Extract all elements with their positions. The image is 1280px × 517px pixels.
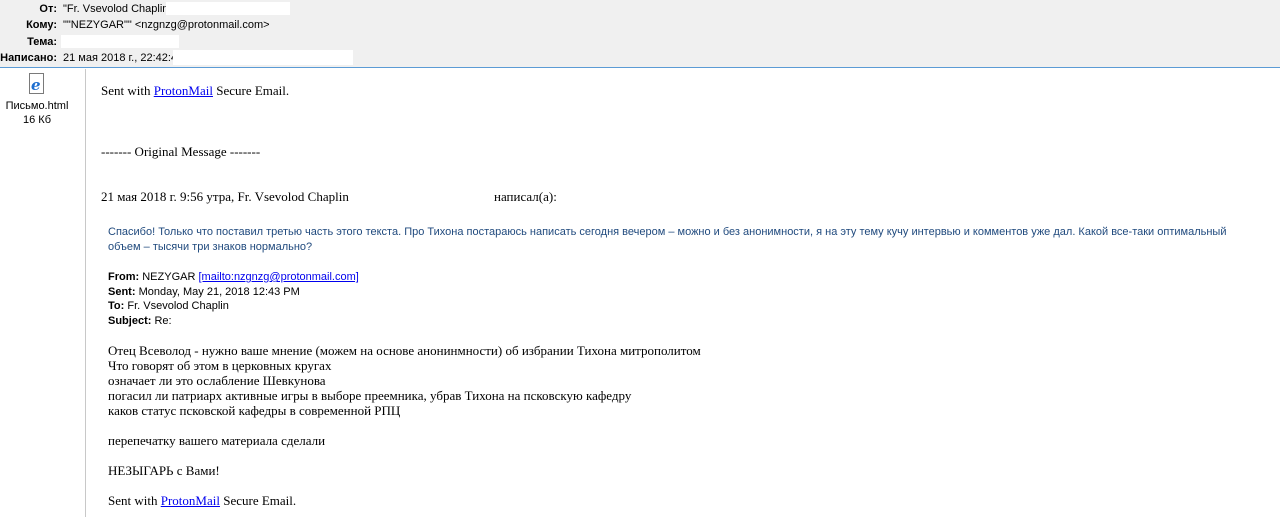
- quote-date: 21 мая 2018 г. 9:56 утра, Fr. Vsevolod C…: [101, 189, 349, 204]
- sent-with-suffix: Secure Email.: [216, 83, 290, 98]
- quoted-from-line: From: NEZYGAR [mailto:nzgnzg@protonmail.…: [108, 270, 359, 285]
- divider: [85, 69, 86, 517]
- quoted-subject-line: Subject: Re:: [108, 314, 172, 329]
- html-file-icon[interactable]: e: [28, 73, 46, 95]
- quoted-to-line: To: Fr. Vsevolod Chaplin: [108, 299, 229, 314]
- date-value: 21 мая 2018 г., 22:42:44: [63, 52, 184, 64]
- quoted-sent-label: Sent:: [108, 286, 136, 298]
- footer-protonmail-link[interactable]: ProtonMail: [161, 493, 220, 508]
- quoted-to-label: To:: [108, 300, 125, 312]
- quoted-subject-value: Re:: [154, 315, 172, 327]
- quoted-sent-line: Sent: Monday, May 21, 2018 12:43 PM: [108, 285, 300, 300]
- protonmail-link[interactable]: ProtonMail: [154, 83, 213, 98]
- quoted-from-label: From:: [108, 271, 140, 283]
- sent-with-line: Sent with ProtonMail Secure Email.: [101, 83, 289, 98]
- date-label: Написано:: [0, 52, 57, 64]
- from-label: От:: [39, 3, 57, 15]
- footer-sent-with-suffix: Secure Email.: [223, 493, 297, 508]
- body-line: погасил ли патриарх активные игры в выбо…: [108, 388, 632, 403]
- signoff-line: НЕЗЫГАРЬ с Вами!: [108, 463, 220, 478]
- sent-with-text: Sent with: [101, 83, 151, 98]
- redacted-block: [166, 2, 290, 15]
- footer-sent-with-line: Sent with ProtonMail Secure Email.: [108, 493, 296, 508]
- redacted-block: [61, 35, 179, 48]
- attachment-name[interactable]: Письмо.html: [0, 99, 74, 113]
- from-value[interactable]: "Fr. Vsevolod Chaplin": [63, 1, 172, 17]
- quoted-sent-value: Monday, May 21, 2018 12:43 PM: [138, 286, 300, 298]
- body-line: каков статус псковской кафедры в совреме…: [108, 403, 401, 418]
- quote-wrote: написал(а):: [494, 189, 557, 204]
- reply-line-2: объем – тысячи три знаков нормально?: [108, 241, 313, 253]
- quoted-to-value: Fr. Vsevolod Chaplin: [127, 300, 229, 312]
- quoted-subject-label: Subject:: [108, 315, 152, 327]
- message-header: От: "Fr. Vsevolod Chaplin" Кому: ""NEZYG…: [0, 0, 1280, 68]
- body-line: Что говорят об этом в церковных кругах: [108, 358, 332, 373]
- reply-line-1: Спасибо! Только что поставил третью част…: [108, 226, 1227, 238]
- reprint-line: перепечатку вашего материала сделали: [108, 433, 326, 448]
- body-line: означает ли это ослабление Шевкунова: [108, 373, 326, 388]
- attachment[interactable]: e Письмо.html 16 Кб: [0, 71, 74, 127]
- attachment-size: 16 Кб: [23, 114, 51, 126]
- subject-label: Тема:: [27, 36, 57, 48]
- mailto-link[interactable]: [mailto:nzgnzg@protonmail.com]: [198, 271, 358, 283]
- original-message-separator: ------- Original Message -------: [101, 144, 261, 159]
- footer-sent-with-text: Sent with: [108, 493, 158, 508]
- to-value[interactable]: ""NEZYGAR"" <nzgnzg@protonmail.com>: [63, 17, 270, 33]
- quoted-from-name: NEZYGAR: [142, 271, 196, 283]
- redacted-block: [173, 50, 353, 65]
- to-label: Кому:: [26, 19, 57, 31]
- body-line: Отец Всеволод - нужно ваше мнение (можем…: [108, 343, 701, 358]
